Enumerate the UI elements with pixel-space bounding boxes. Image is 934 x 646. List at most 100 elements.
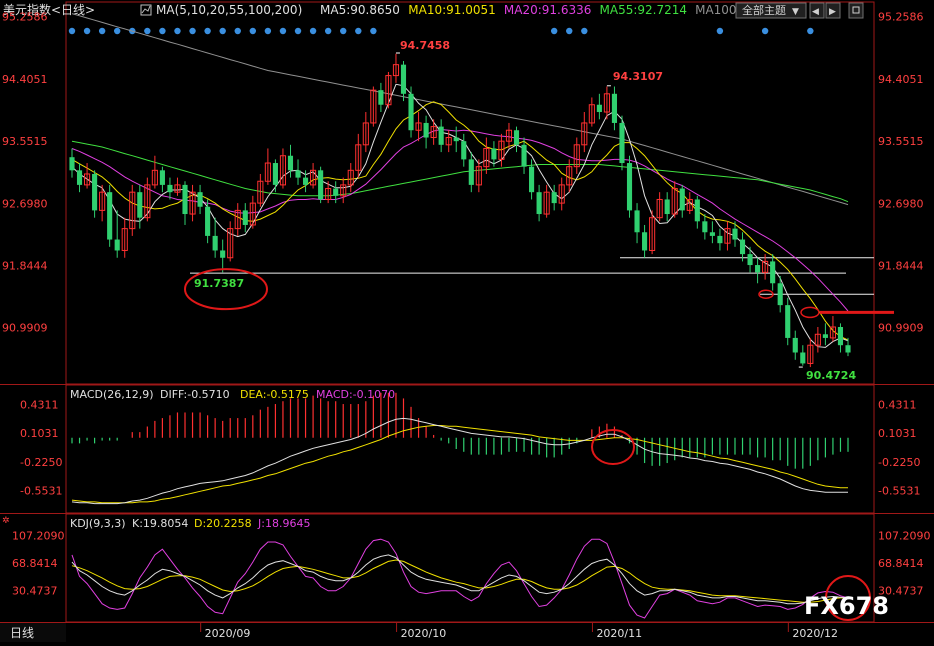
candle-39 (362, 112, 369, 153)
candle-body (302, 177, 309, 185)
price-tick-left-1: 94.4051 (2, 73, 48, 86)
candle-32 (310, 163, 317, 189)
nav-prev-icon[interactable]: ◀ (812, 7, 819, 17)
candle-49 (438, 119, 444, 153)
ma-legend-1: MA10:91.0051 (408, 3, 496, 17)
ma100-line (71, 13, 849, 206)
candle-body (664, 199, 670, 215)
price-tick-right-1: 94.4051 (878, 73, 924, 86)
candle-67 (573, 137, 580, 174)
candle-body (611, 93, 618, 123)
candle-body (159, 170, 165, 185)
dock-button[interactable] (848, 2, 864, 19)
nav-next-icon[interactable]: ▶ (829, 7, 836, 17)
date-axis: 2020/09 2020/10 2020/11 2020/12 (200, 623, 838, 640)
candle-body (92, 173, 98, 211)
candle-36 (340, 177, 347, 204)
signal-dot-8 (189, 27, 196, 35)
ma-legend-3: MA55:92.7214 (600, 3, 688, 17)
candle-body (378, 90, 384, 105)
candle-20 (220, 239, 226, 273)
period-tab[interactable]: 日线 (10, 626, 34, 640)
candle-body (529, 166, 535, 193)
candle-body (295, 170, 301, 178)
candle-84 (702, 214, 708, 240)
date-label-3: 2020/12 (792, 627, 838, 640)
price-axis-left: 95.2586 94.4051 93.5515 92.6980 91.8444 90.99… (2, 11, 48, 335)
candle-46 (415, 112, 422, 142)
candle-body (732, 228, 738, 240)
candle-body (453, 137, 459, 142)
candle-body (792, 337, 798, 353)
candle-body (137, 192, 143, 218)
signal-dot-16 (309, 27, 317, 35)
price-tick-left-4: 91.8444 (2, 259, 48, 272)
macd-diff: DIFF:-0.5710 (160, 388, 230, 401)
candle-body (694, 199, 700, 222)
candle-103 (845, 337, 851, 357)
price-header: 美元指数<日线> MA(5,10,20,55,100,200) MA5:90.8… (3, 2, 864, 19)
ma55-line (71, 140, 849, 203)
candle-58 (505, 122, 513, 149)
macd_diff-line (71, 417, 848, 505)
gear-icon[interactable]: ✲ (2, 516, 10, 526)
candle-86 (717, 228, 723, 251)
candle-body (755, 265, 761, 273)
macd-tick-left-0: 0.4311 (20, 398, 59, 411)
candle-102 (837, 323, 844, 353)
macd-lines (71, 417, 848, 505)
candle-body (212, 235, 218, 251)
macd-axis: 0.4311 0.4311 0.1031 0.1031 -0.2250 -0.2250 -0… (20, 398, 920, 497)
candle-55 (483, 137, 490, 174)
candle-45 (408, 86, 414, 138)
candle-3 (92, 170, 98, 218)
candle-body (423, 122, 429, 138)
candle-body (197, 192, 203, 207)
candle-9 (137, 184, 143, 229)
ma-legend-0: MA5:90.8650 (320, 3, 400, 17)
candle-54 (475, 159, 482, 193)
signal-dot-17 (324, 27, 332, 35)
candle-1 (76, 163, 83, 193)
price-tick-right-2: 93.5515 (878, 135, 924, 148)
price-tick-right-4: 91.8444 (878, 259, 924, 272)
high2-label: 94.3107 (613, 70, 663, 83)
candle-body (468, 159, 474, 185)
candle-23 (242, 203, 248, 233)
candle-10 (144, 177, 151, 222)
candle-19 (212, 217, 218, 258)
candle-5 (107, 184, 113, 247)
candle-14 (174, 177, 181, 196)
macd-tick-right-1: 0.1031 (878, 427, 917, 440)
candle-40 (370, 86, 377, 127)
candle-65 (558, 177, 565, 211)
low2-label: 90.4724 (806, 369, 856, 382)
signal-dot-21 (550, 27, 558, 35)
candle-body (491, 148, 497, 160)
signal-dot-22 (566, 27, 573, 35)
candle-76 (642, 224, 648, 258)
candle-63 (543, 184, 550, 218)
watermark-logo: FX678 (804, 592, 889, 620)
kdj-lines (71, 538, 849, 619)
signal-dot-6 (159, 27, 166, 35)
candle-body (596, 104, 602, 113)
macd_dea-line (71, 425, 848, 504)
candle-93 (770, 254, 776, 291)
signal-dot-5 (144, 27, 151, 35)
candle-44 (400, 61, 407, 102)
candle-95 (785, 297, 791, 346)
theme-button[interactable]: 全部主题 (742, 3, 786, 17)
candle-body (785, 305, 791, 338)
ma5-line (71, 83, 849, 348)
candle-15 (182, 181, 188, 225)
candle-97 (800, 345, 806, 366)
candle-25 (257, 173, 264, 207)
candle-body (182, 184, 188, 215)
candle-body (107, 192, 113, 240)
macd-tick-left-1: 0.1031 (20, 427, 59, 440)
candle-body (114, 239, 120, 251)
candle-38 (355, 133, 362, 178)
candle-body (69, 157, 75, 171)
candle-47 (423, 115, 429, 149)
